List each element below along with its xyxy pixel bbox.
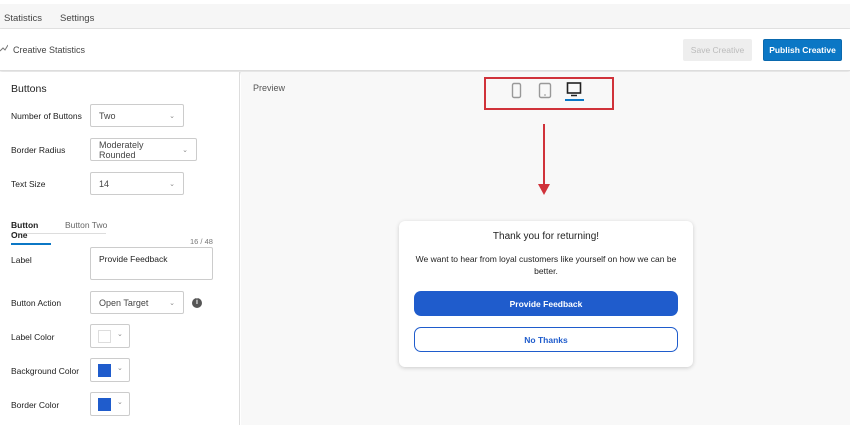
label-field-label: Label xyxy=(11,255,32,265)
desktop-device-icon[interactable] xyxy=(566,82,582,97)
chart-icon xyxy=(0,44,8,52)
chevron-down-icon: ⌄ xyxy=(117,399,123,406)
border-radius-select[interactable]: Moderately Rounded ⌄ xyxy=(90,138,197,161)
chevron-down-icon: ⌄ xyxy=(182,146,188,154)
select-value: Two xyxy=(99,110,116,121)
color-swatch xyxy=(98,398,111,411)
mobile-device-icon[interactable] xyxy=(511,82,523,99)
chevron-down-icon: ⌄ xyxy=(169,299,175,307)
card-heading: Thank you for returning! xyxy=(492,231,600,242)
label-input[interactable]: Provide Feedback xyxy=(90,247,213,280)
label-color-label: Label Color xyxy=(11,332,55,342)
number-of-buttons-select[interactable]: Two ⌄ xyxy=(90,104,184,127)
select-value: Moderately Rounded xyxy=(99,139,144,160)
nav-tab-settings[interactable]: Settings xyxy=(60,13,94,24)
save-creative-button[interactable]: Save Creative xyxy=(683,39,752,61)
down-arrow-annotation xyxy=(538,124,550,195)
button-action-select[interactable]: Open Target ⌄ xyxy=(90,291,184,314)
toolbar: Creative Statistics Save Creative Publis… xyxy=(0,29,850,71)
info-icon[interactable]: i xyxy=(192,298,202,308)
text-size-select[interactable]: 14 ⌄ xyxy=(90,172,184,195)
select-value: 14 xyxy=(99,178,110,189)
text-size-label: Text Size xyxy=(11,179,46,189)
background-color-picker[interactable]: ⌄ xyxy=(90,358,130,382)
border-color-label: Border Color xyxy=(11,400,60,410)
panel-title: Buttons xyxy=(11,83,47,95)
character-counter: 16 / 48 xyxy=(190,237,213,246)
provide-feedback-button[interactable]: Provide Feedback xyxy=(414,291,678,316)
tab-button-two[interactable]: Button Two xyxy=(65,220,107,230)
chevron-down-icon: ⌄ xyxy=(117,331,123,338)
label-color-picker[interactable]: ⌄ xyxy=(90,324,130,348)
no-thanks-button[interactable]: No Thanks xyxy=(414,327,678,352)
select-value: Open Target xyxy=(99,297,149,308)
color-swatch xyxy=(98,330,111,343)
top-nav: Statistics Settings xyxy=(0,0,850,29)
border-radius-label: Border Radius xyxy=(11,145,66,155)
background-color-label: Background Color xyxy=(11,366,80,376)
preview-pane: Preview Thank you for returning! We want… xyxy=(241,72,850,425)
preview-title: Preview xyxy=(253,83,286,93)
tab-button-one[interactable]: Button One xyxy=(11,220,51,245)
page-title: Creative Statistics xyxy=(13,45,86,55)
nav-tab-statistics[interactable]: Statistics xyxy=(4,13,42,24)
settings-panel: Buttons Number of Buttons Two ⌄ Border Ra… xyxy=(0,72,240,425)
border-color-picker[interactable]: ⌄ xyxy=(90,392,130,416)
chevron-down-icon: ⌄ xyxy=(169,180,175,188)
tablet-device-icon[interactable] xyxy=(538,82,552,99)
color-swatch xyxy=(98,364,111,377)
publish-creative-button[interactable]: Publish Creative xyxy=(763,39,842,61)
selected-device-indicator xyxy=(565,99,584,101)
number-of-buttons-label: Number of Buttons xyxy=(11,111,82,121)
chevron-down-icon: ⌄ xyxy=(117,365,123,372)
chevron-down-icon: ⌄ xyxy=(169,112,175,120)
card-body: We want to hear from loyal customers lik… xyxy=(415,254,677,276)
popup-card: Thank you for returning! We want to hear… xyxy=(399,221,693,367)
button-action-label: Button Action xyxy=(11,298,62,308)
